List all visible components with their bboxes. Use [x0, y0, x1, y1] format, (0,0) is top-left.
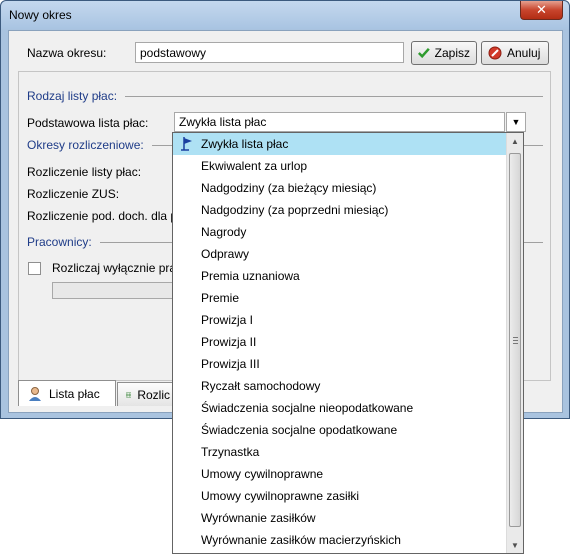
thumb-grip	[513, 343, 518, 344]
base-payroll-label: Podstawowa lista płac:	[27, 116, 149, 130]
dropdown-item-label: Nadgodziny (za poprzedni miesiąc)	[201, 203, 389, 217]
dropdown-item[interactable]: Ryczałt samochodowy	[173, 375, 507, 397]
dropdown-item[interactable]: Umowy cywilnoprawne zasiłki	[173, 485, 507, 507]
person-icon	[29, 386, 41, 401]
section-payroll-type: Rodzaj listy płac:	[27, 89, 126, 103]
dropdown-item[interactable]: Wyrównanie zasiłków macierzyńskich	[173, 529, 507, 551]
dropdown-item[interactable]: Prowizja I	[173, 309, 507, 331]
section-employees: Pracownicy:	[27, 235, 100, 249]
dropdown-item[interactable]: Odprawy	[173, 243, 507, 265]
scroll-thumb[interactable]	[509, 153, 521, 527]
spreadsheet-icon	[126, 392, 132, 397]
dropdown-item[interactable]: Premia uznaniowa	[173, 265, 507, 287]
settle-payroll-label: Rozliczenie listy płac:	[27, 165, 142, 179]
dropdown-item[interactable]: Świadczenia socjalne nieopodatkowane	[173, 397, 507, 419]
dropdown-item-label: Zwykła lista płac	[201, 137, 289, 151]
cancel-icon	[488, 46, 502, 60]
section-settlement-periods: Okresy rozliczeniowe:	[27, 138, 152, 152]
dropdown-item[interactable]: Ekwiwalent za urlop	[173, 155, 507, 177]
close-button[interactable]: ✕	[520, 1, 563, 20]
employees-field[interactable]	[52, 282, 182, 299]
period-name-input[interactable]: podstawowy	[135, 42, 404, 63]
title-bar[interactable]: Nowy okres ✕	[1, 1, 569, 29]
base-payroll-value: Zwykła lista płac	[179, 115, 267, 129]
dropdown-item-label: Wyrównanie zasiłków	[201, 511, 316, 525]
dropdown-item-label: Premia uznaniowa	[201, 269, 300, 283]
dropdown-item[interactable]: Zwykła lista płac	[173, 133, 507, 155]
dropdown-item[interactable]: Nagrody	[173, 221, 507, 243]
tab-settlement[interactable]: Rozlic	[117, 382, 179, 406]
payroll-type-dropdown-list[interactable]: Zwykła lista płac Ekwiwalent za urlop Nadg…	[172, 132, 524, 554]
period-name-label: Nazwa okresu:	[27, 46, 107, 60]
settle-zus-label: Rozliczenie ZUS:	[27, 187, 120, 201]
dropdown-item[interactable]: Świadczenia socjalne opodatkowane	[173, 419, 507, 441]
dropdown-item[interactable]: Trzynastka	[173, 441, 507, 463]
scroll-up-icon[interactable]: ▲	[507, 133, 523, 149]
tab-payroll[interactable]: Lista płac	[18, 380, 116, 406]
dropdown-scrollbar[interactable]: ▲ ▼	[506, 133, 523, 553]
dropdown-item-label: Ryczałt samochodowy	[201, 379, 321, 393]
save-button[interactable]: Zapisz	[411, 41, 477, 65]
thumb-grip	[513, 340, 518, 341]
dropdown-item[interactable]: Wyrównanie zasiłków	[173, 507, 507, 529]
chevron-down-icon[interactable]: ▼	[506, 112, 526, 132]
tab-settlement-label: Rozlic	[137, 387, 170, 402]
dropdown-item-label: Umowy cywilnoprawne	[201, 467, 324, 481]
settle-tax-label: Rozliczenie pod. doch. dla p	[27, 209, 178, 223]
dropdown-item-label: Odprawy	[201, 247, 250, 261]
dropdown-item[interactable]: Prowizja II	[173, 331, 507, 353]
dropdown-item[interactable]: Umowy cywilnoprawne	[173, 463, 507, 485]
scroll-down-icon[interactable]: ▼	[507, 537, 523, 553]
dropdown-items: Zwykła lista płac Ekwiwalent za urlop Nadg…	[173, 133, 507, 551]
only-employees-checkbox[interactable]	[28, 262, 41, 275]
dropdown-item-label: Wyrównanie zasiłków macierzyńskich	[201, 533, 401, 547]
dropdown-item-label: Prowizja I	[201, 313, 254, 327]
dropdown-item-label: Nagrody	[201, 225, 247, 239]
dropdown-item-label: Trzynastka	[201, 445, 260, 459]
dropdown-item-label: Prowizja III	[201, 357, 260, 371]
only-employees-label: Rozliczaj wyłącznie prac	[52, 261, 183, 275]
dropdown-item-label: Świadczenia socjalne opodatkowane	[201, 423, 398, 437]
window-title: Nowy okres	[9, 8, 72, 22]
thumb-grip	[513, 337, 518, 338]
cancel-button-label: Anuluj	[507, 46, 541, 60]
cancel-button[interactable]: Anuluj	[481, 41, 549, 65]
dropdown-item-label: Nadgodziny (za bieżący miesiąc)	[201, 181, 377, 195]
tab-payroll-label: Lista płac	[49, 386, 100, 401]
dropdown-item-label: Ekwiwalent za urlop	[201, 159, 308, 173]
dropdown-item-label: Premie	[201, 291, 240, 305]
dropdown-item[interactable]: Prowizja III	[173, 353, 507, 375]
dropdown-item[interactable]: Nadgodziny (za bieżący miesiąc)	[173, 177, 507, 199]
save-button-label: Zapisz	[434, 46, 470, 60]
dropdown-item[interactable]: Nadgodziny (za poprzedni miesiąc)	[173, 199, 507, 221]
check-icon	[418, 48, 430, 59]
dropdown-item-label: Umowy cywilnoprawne zasiłki	[201, 489, 360, 503]
dropdown-item-label: Prowizja II	[201, 335, 257, 349]
base-payroll-select[interactable]: Zwykła lista płac	[174, 112, 505, 132]
period-name-value: podstawowy	[140, 46, 207, 60]
dropdown-item[interactable]: Premie	[173, 287, 507, 309]
dropdown-item-label: Świadczenia socjalne nieopodatkowane	[201, 401, 414, 415]
pin-icon	[181, 137, 192, 151]
